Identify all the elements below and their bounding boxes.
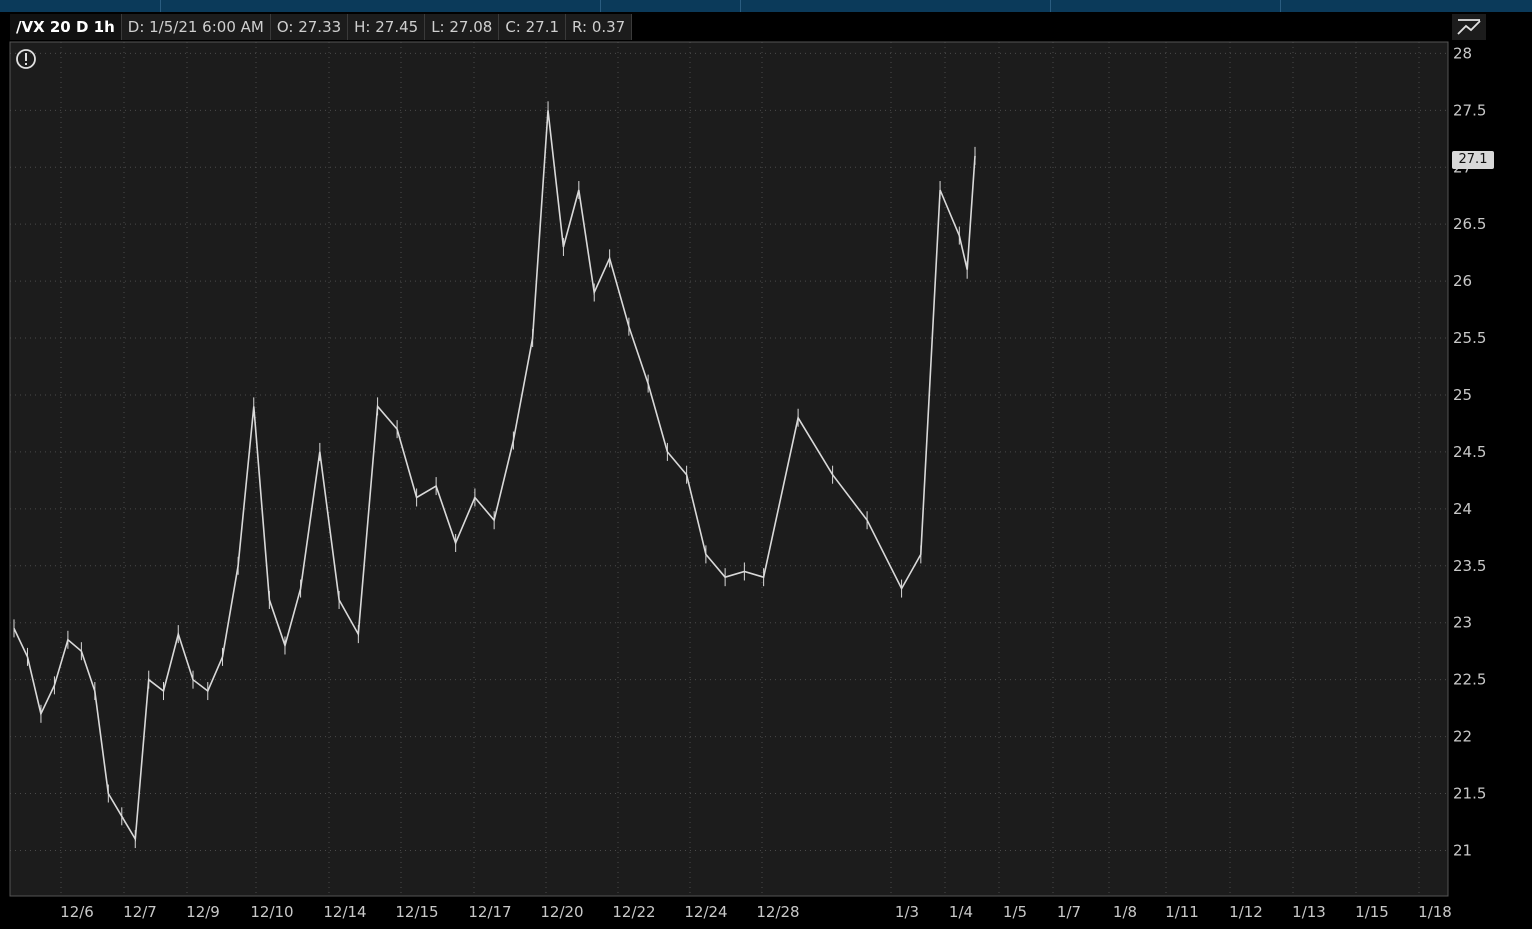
y-tick-label: 25.5: [1453, 329, 1486, 347]
symbol-label[interactable]: /VX 20 D 1h: [10, 14, 122, 40]
range-readout: R: 0.37: [566, 14, 633, 40]
y-tick-label: 24: [1453, 500, 1472, 518]
x-tick-label: 12/22: [612, 903, 655, 921]
x-tick-label: 1/3: [895, 903, 919, 921]
x-tick-label: 12/28: [756, 903, 799, 921]
x-tick-label: 12/17: [468, 903, 511, 921]
x-tick-label: 1/15: [1355, 903, 1389, 921]
y-tick-label: 26: [1453, 272, 1472, 290]
y-tick-label: 21: [1453, 841, 1472, 859]
date-readout: D: 1/5/21 6:00 AM: [121, 14, 271, 40]
high-readout: H: 27.45: [348, 14, 426, 40]
x-tick-label: 1/4: [949, 903, 973, 921]
x-tick-label: 1/13: [1292, 903, 1326, 921]
alert-icon[interactable]: [15, 48, 37, 70]
y-tick-label: 21.5: [1453, 785, 1486, 803]
y-tick-label: 27.5: [1453, 101, 1486, 119]
x-tick-label: 12/15: [395, 903, 438, 921]
x-tick-label: 12/14: [323, 903, 366, 921]
plot-area: [10, 42, 1448, 896]
x-tick-label: 12/20: [540, 903, 583, 921]
y-tick-label: 22: [1453, 728, 1472, 746]
y-tick-label: 26.5: [1453, 215, 1486, 233]
x-tick-label: 1/7: [1057, 903, 1081, 921]
low-readout: L: 27.08: [425, 14, 500, 40]
x-tick-label: 1/18: [1418, 903, 1452, 921]
y-tick-label: 24.5: [1453, 443, 1486, 461]
x-tick-label: 1/8: [1113, 903, 1137, 921]
x-axis: 12/6 12/7 12/9 12/10 12/14 12/15 12/17 12/20 12/…: [60, 903, 1452, 921]
x-tick-label: 12/7: [123, 903, 157, 921]
chart-settings-icon[interactable]: [1452, 14, 1486, 40]
y-tick-label: 22.5: [1453, 671, 1486, 689]
x-tick-label: 12/9: [186, 903, 220, 921]
y-tick-label: 25: [1453, 386, 1472, 404]
chart-info-bar: /VX 20 D 1h D: 1/5/21 6:00 AM O: 27.33 H…: [10, 14, 633, 40]
y-tick-label: 28: [1453, 44, 1472, 62]
y-tick-label: 23.5: [1453, 557, 1486, 575]
last-price-tag: 27.1: [1452, 151, 1494, 169]
x-tick-label: 12/6: [60, 903, 94, 921]
x-tick-label: 1/11: [1165, 903, 1199, 921]
y-tick-label: 23: [1453, 614, 1472, 632]
x-tick-label: 12/24: [684, 903, 727, 921]
close-readout: C: 27.1: [499, 14, 567, 40]
x-tick-label: 1/5: [1003, 903, 1027, 921]
x-tick-label: 1/12: [1229, 903, 1263, 921]
x-tick-label: 12/10: [250, 903, 293, 921]
open-readout: O: 27.33: [270, 14, 349, 40]
price-chart[interactable]: 2121.52222.52323.52424.52525.52626.52727…: [0, 0, 1532, 929]
